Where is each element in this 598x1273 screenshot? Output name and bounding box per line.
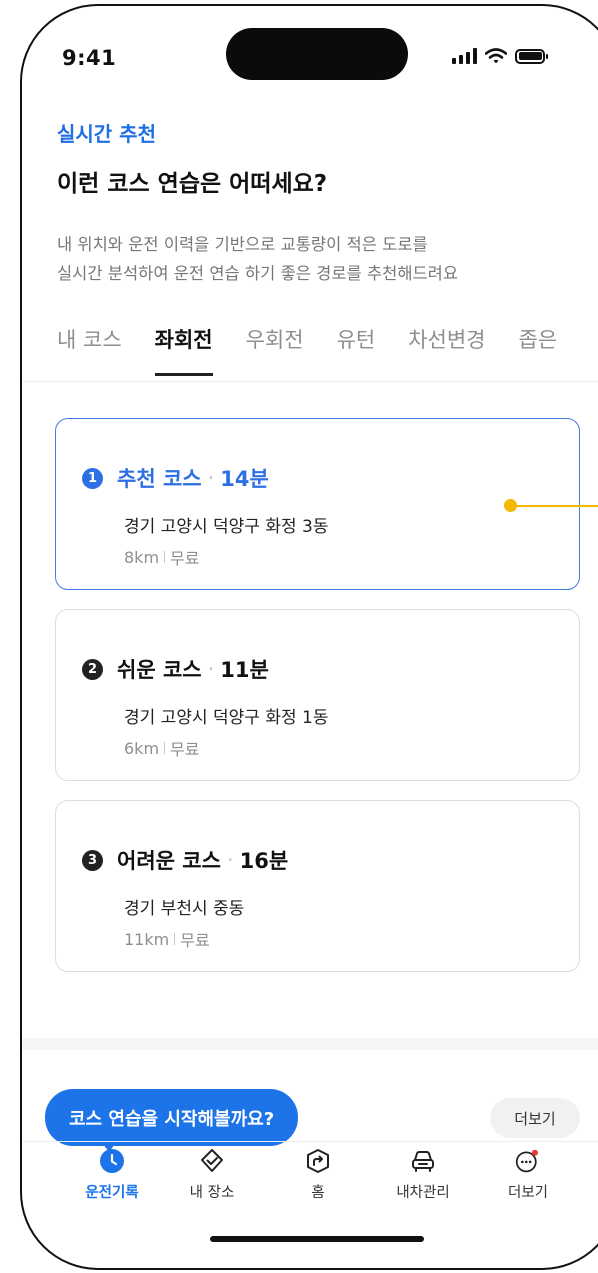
course-name: 쉬운 코스	[117, 658, 202, 682]
tab-right-turn[interactable]: 우회전	[246, 324, 304, 372]
course-meta: 6km 무료	[124, 736, 199, 760]
nav-item-my-places[interactable]: 내 장소	[157, 1148, 267, 1202]
course-address: 경기 부천시 중동	[124, 899, 245, 919]
course-meta: 11km 무료	[124, 927, 210, 951]
nav-divider	[22, 1141, 598, 1142]
meta-divider	[164, 551, 166, 563]
page-title: 이런 코스 연습은 어떠세요?	[57, 171, 328, 197]
section-divider-band	[22, 1038, 598, 1050]
course-distance: 6km	[124, 738, 160, 758]
battery-icon	[515, 48, 548, 64]
course-toll: 무료	[170, 549, 200, 568]
separator-dot: ·	[207, 466, 215, 490]
nav-item-more[interactable]: 더보기	[473, 1148, 583, 1202]
course-tabs: 내 코스 좌회전 우회전 유턴 차선변경 좁은	[57, 324, 558, 376]
tab-left-turn[interactable]: 좌회전	[154, 324, 213, 376]
dynamic-island	[226, 28, 408, 80]
description-line: 실시간 분석하여 운전 연습 하기 좋은 경로를 추천해드려요	[57, 264, 459, 283]
cellular-signal-icon	[452, 48, 477, 64]
more-icon	[515, 1148, 541, 1174]
course-distance: 8km	[124, 547, 160, 567]
course-distance: 11km	[124, 929, 170, 949]
course-title: 쉬운 코스 · 11분	[117, 654, 269, 684]
meta-divider	[174, 933, 176, 945]
tab-narrow-road[interactable]: 좁은	[519, 324, 558, 372]
screen: 9:41 실시간 추천 이런 코스 연습은 어떠세요? 내 위치와 운전 이력을…	[22, 6, 598, 1268]
course-address: 경기 고양시 덕양구 화정 1동	[124, 708, 329, 728]
nav-label: 운전기록	[85, 1185, 139, 1201]
car-icon	[410, 1148, 436, 1174]
nav-item-home[interactable]: 홈	[263, 1148, 373, 1202]
annotation-pointer-line	[516, 505, 598, 507]
course-number-badge: 1	[82, 467, 103, 489]
status-icons	[452, 48, 548, 64]
section-eyebrow: 실시간 추천	[57, 122, 156, 146]
course-duration: 11분	[220, 658, 269, 682]
course-card-recommended[interactable]: 1 추천 코스 · 14분 경기 고양시 덕양구 화정 3동 8km 무료	[55, 418, 580, 590]
nav-label: 홈	[311, 1185, 325, 1201]
course-toll: 무료	[180, 931, 210, 950]
clock-icon	[99, 1148, 125, 1174]
tab-u-turn[interactable]: 유턴	[337, 324, 376, 372]
course-number-badge: 3	[82, 849, 103, 871]
turn-arrow-icon	[305, 1148, 331, 1174]
course-card-header: 3 어려운 코스 · 16분	[82, 845, 288, 875]
course-address: 경기 고양시 덕양구 화정 3동	[124, 517, 329, 537]
nav-label: 내차관리	[396, 1185, 450, 1201]
tab-lane-change[interactable]: 차선변경	[408, 324, 485, 372]
course-title: 어려운 코스 · 16분	[117, 845, 288, 875]
nav-label: 내 장소	[189, 1185, 235, 1201]
course-meta: 8km 무료	[124, 545, 199, 569]
bottom-nav: 운전기록 내 장소 홈 내차관리 더보기	[22, 1148, 598, 1208]
course-card-easy[interactable]: 2 쉬운 코스 · 11분 경기 고양시 덕양구 화정 1동 6km 무료	[55, 609, 580, 781]
nav-item-driving-log[interactable]: 운전기록	[57, 1148, 167, 1202]
wifi-icon	[485, 48, 507, 64]
course-card-hard[interactable]: 3 어려운 코스 · 16분 경기 부천시 중동 11km 무료	[55, 800, 580, 972]
tab-my-course[interactable]: 내 코스	[57, 324, 122, 372]
course-card-header: 1 추천 코스 · 14분	[82, 463, 269, 493]
course-title: 추천 코스 · 14분	[117, 463, 269, 493]
more-button[interactable]: 더보기	[490, 1098, 580, 1138]
separator-dot: ·	[226, 848, 234, 872]
course-toll: 무료	[170, 740, 200, 759]
start-practice-tooltip[interactable]: 코스 연습을 시작해볼까요?	[45, 1089, 299, 1146]
status-time: 9:41	[62, 46, 117, 70]
course-number-badge: 2	[82, 658, 103, 680]
nav-item-car-management[interactable]: 내차관리	[368, 1148, 478, 1202]
phone-frame: 9:41 실시간 추천 이런 코스 연습은 어떠세요? 내 위치와 운전 이력을…	[20, 4, 598, 1270]
separator-dot: ·	[207, 657, 215, 681]
page-description: 내 위치와 운전 이력을 기반으로 교통량이 적은 도로를 실시간 분석하여 운…	[57, 230, 577, 288]
tabs-divider	[22, 381, 598, 382]
nav-label: 더보기	[507, 1185, 549, 1201]
check-shield-icon	[199, 1148, 225, 1174]
course-name: 추천 코스	[117, 467, 202, 491]
meta-divider	[164, 742, 166, 754]
home-indicator	[210, 1236, 424, 1242]
course-duration: 16분	[239, 849, 289, 873]
course-name: 어려운 코스	[117, 849, 221, 873]
course-duration: 14분	[220, 467, 269, 491]
description-line: 내 위치와 운전 이력을 기반으로 교통량이 적은 도로를	[57, 235, 428, 254]
course-card-header: 2 쉬운 코스 · 11분	[82, 654, 269, 684]
